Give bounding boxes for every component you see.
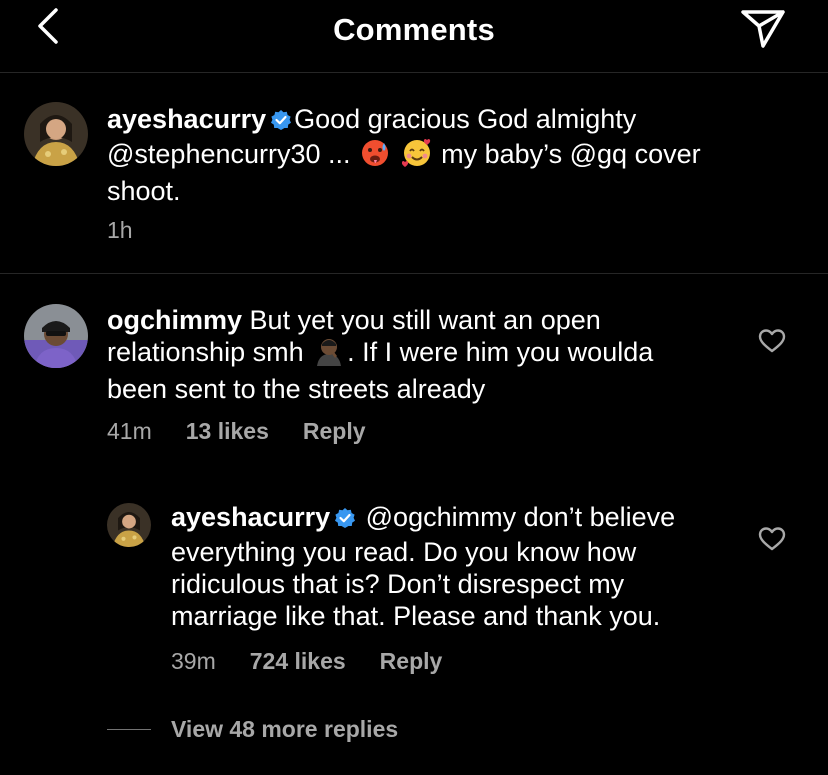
comment-text: ogchimmy But yet you still want an open … <box>107 304 727 405</box>
comment-line-1: But yet you still want an open <box>249 305 601 335</box>
caption-meta: 1h <box>107 217 133 244</box>
avatar[interactable] <box>24 102 88 166</box>
reply-line-2: everything you read. Do you know how <box>171 537 637 567</box>
comment-username[interactable]: ogchimmy <box>107 305 242 335</box>
caption-username[interactable]: ayeshacurry <box>107 104 266 134</box>
heart-icon <box>758 527 786 551</box>
reply-username[interactable]: ayeshacurry <box>171 502 330 532</box>
comment-likes[interactable]: 13 likes <box>186 418 269 445</box>
reply-timestamp: 39m <box>171 648 216 674</box>
header-bar: Comments <box>0 0 828 73</box>
person-facepalming-emoji-icon <box>313 336 345 373</box>
reply-line-3: ridiculous that is? Don’t disrespect my <box>171 569 625 599</box>
caption-mention[interactable]: @stephencurry30 ... <box>107 139 351 169</box>
comment-like-button[interactable] <box>758 328 786 359</box>
comment-meta: 41m 13 likes Reply <box>107 418 366 445</box>
reply-likes[interactable]: 724 likes <box>250 648 346 675</box>
page-title: Comments <box>333 12 495 47</box>
view-more-label: View 48 more replies <box>171 716 399 742</box>
caption-line-2: my baby’s @gq cover <box>441 139 701 169</box>
caption-line-1: Good gracious God almighty <box>294 104 637 134</box>
caption-text: ayeshacurry Good gracious God almighty @s… <box>107 103 787 207</box>
comment-timestamp: 41m <box>107 418 152 444</box>
smiling-face-with-hearts-emoji-icon <box>401 138 432 175</box>
heart-icon <box>758 329 786 353</box>
reply-meta: 39m 724 likes Reply <box>171 648 442 675</box>
hot-face-emoji-icon <box>360 138 390 175</box>
avatar[interactable] <box>107 503 151 547</box>
comment-reply-button[interactable]: Reply <box>303 418 366 445</box>
comment-line-2b: . If I were him you woulda <box>347 337 654 367</box>
reply-line-1: @ogchimmy don’t believe <box>365 502 676 532</box>
caption-timestamp: 1h <box>107 217 133 243</box>
reply-like-button[interactable] <box>758 526 786 557</box>
verified-badge-icon <box>334 504 356 536</box>
view-more-divider <box>107 729 151 730</box>
reply-reply-button[interactable]: Reply <box>380 648 443 675</box>
verified-badge-icon <box>270 106 292 138</box>
view-more-replies-button[interactable]: View 48 more replies <box>107 716 398 743</box>
reply-text: ayeshacurry @ogchimmy don’t believe ever… <box>171 501 751 632</box>
caption-divider <box>0 273 828 274</box>
caption-line-3: shoot. <box>107 176 181 206</box>
paper-plane-icon <box>741 10 785 48</box>
reply-line-4: marriage like that. Please and thank you… <box>171 601 661 631</box>
avatar[interactable] <box>24 304 88 368</box>
share-button[interactable] <box>738 6 788 50</box>
comment-line-2a: relationship smh <box>107 337 304 367</box>
comment-line-3: been sent to the streets already <box>107 374 486 404</box>
